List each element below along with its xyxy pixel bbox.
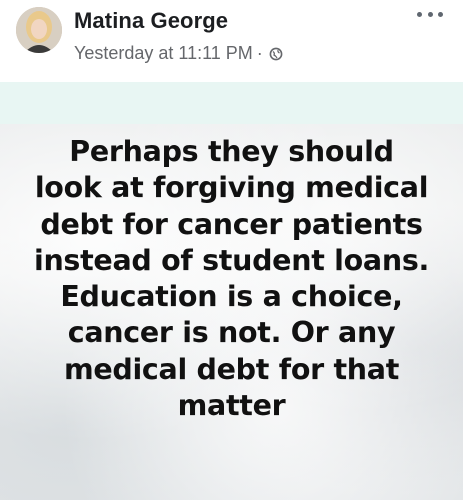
quote-line: Education is a choice, xyxy=(60,280,403,314)
facebook-post: Matina George Yesterday at 11:11 PM · Pe… xyxy=(0,0,463,500)
quote-line: look at forgiving medical xyxy=(34,171,429,205)
more-dot xyxy=(417,11,422,17)
quote-line: medical debt for that xyxy=(63,352,400,386)
author-avatar[interactable] xyxy=(16,7,62,53)
quote-line: matter xyxy=(177,389,286,423)
globe-icon[interactable] xyxy=(269,47,283,61)
avatar-photo xyxy=(16,7,62,53)
quote-line: cancer is not. Or any xyxy=(67,316,396,350)
post-meta: Yesterday at 11:11 PM · xyxy=(74,43,283,64)
quote-line: debt for cancer patients xyxy=(40,207,423,241)
post-image[interactable]: Perhaps they should look at forgiving me… xyxy=(0,82,463,500)
meta-separator: · xyxy=(256,43,263,63)
post-timestamp[interactable]: Yesterday at 11:11 PM xyxy=(74,43,253,64)
post-header: Matina George Yesterday at 11:11 PM · xyxy=(0,0,463,82)
author-name[interactable]: Matina George xyxy=(74,8,228,34)
more-dot xyxy=(438,11,443,17)
image-top-band xyxy=(0,82,463,124)
more-options-icon[interactable] xyxy=(417,4,443,24)
quote-line: Perhaps they should xyxy=(69,135,394,168)
quote-line: instead of student loans. xyxy=(33,243,430,277)
image-quote-text: Perhaps they should look at forgiving me… xyxy=(0,134,463,424)
more-dot xyxy=(427,11,433,17)
